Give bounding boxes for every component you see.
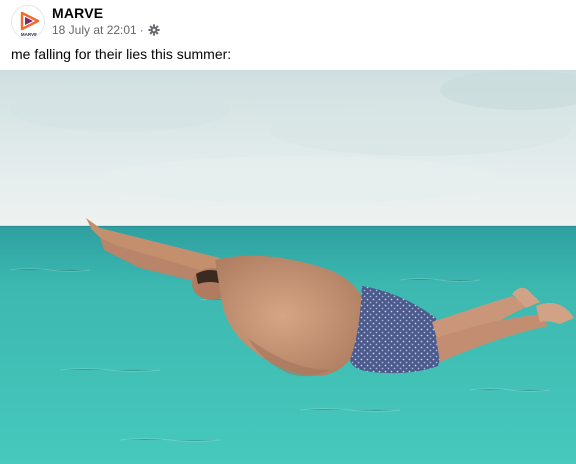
avatar-logo-text: MARVE <box>21 32 37 37</box>
page-avatar[interactable]: MARVE <box>11 5 45 39</box>
meta-separator: · <box>139 23 144 37</box>
post-header: MARVE MARVE 18 July at 22:01 · <box>0 0 576 40</box>
post-caption: me falling for their lies this summer: <box>11 46 232 62</box>
marve-logo-icon: MARVE <box>20 11 40 37</box>
post-meta: 18 July at 22:01 · <box>52 23 160 37</box>
post-timestamp[interactable]: 18 July at 22:01 <box>52 23 137 37</box>
post-photo[interactable] <box>0 70 576 464</box>
gear-icon[interactable] <box>148 24 160 36</box>
diving-man-photo <box>0 70 576 464</box>
page-name-link[interactable]: MARVE <box>52 5 103 21</box>
